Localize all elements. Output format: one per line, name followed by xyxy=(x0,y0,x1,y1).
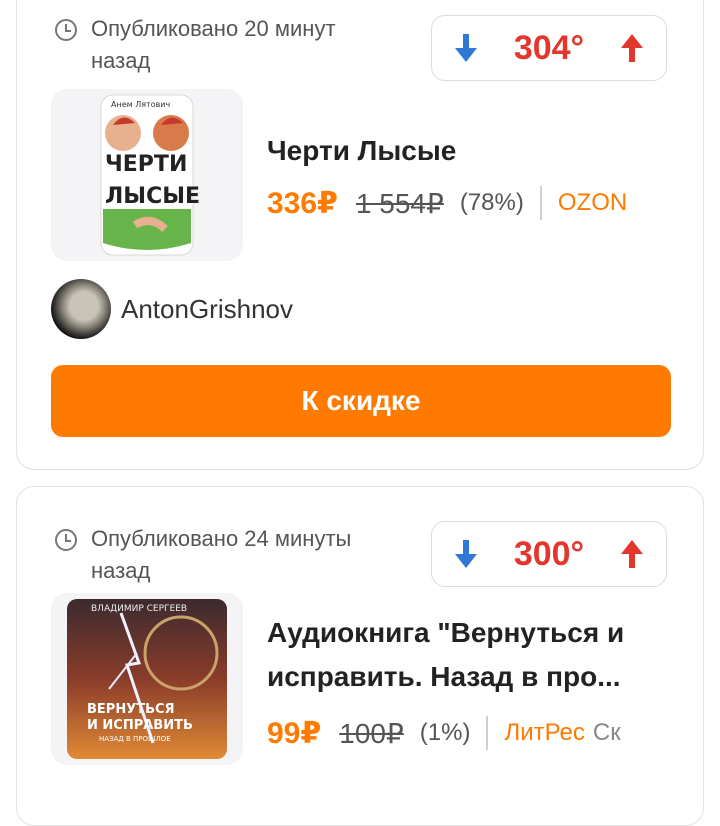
deal-card[interactable]: Опубликовано 20 минут назад 304° Анем Ля… xyxy=(16,0,704,470)
cover-title-2: И ИСПРАВИТЬ xyxy=(87,718,193,733)
cover-title-1: ВЕРНУТЬСЯ xyxy=(87,702,175,717)
author[interactable]: AntonGrishnov xyxy=(51,279,293,339)
shop-name[interactable]: ЛитРес xyxy=(504,719,584,747)
deal-title[interactable]: Аудиокнига "Вернуться и исправить. Назад… xyxy=(267,611,667,699)
current-price: 336₽ xyxy=(267,186,338,220)
price-row: 99₽ 100₽ (1%) ЛитРес Ск xyxy=(267,711,673,755)
clock-icon xyxy=(55,19,77,41)
temperature: 300° xyxy=(513,534,585,573)
vote-down-icon[interactable] xyxy=(452,31,480,65)
publish-info: Опубликовано 20 минут назад xyxy=(55,13,391,77)
vote-box: 304° xyxy=(431,15,667,81)
deal-thumbnail[interactable]: Анем Лятович ЧЕРТИ ЛЫСЫЕ xyxy=(51,89,243,261)
shop-name[interactable]: OZON xyxy=(558,189,627,217)
cover-author: ВЛАДИМИР СЕРГЕЕВ xyxy=(91,604,187,614)
go-to-deal-button[interactable]: К скидке xyxy=(51,365,671,437)
deal-thumbnail[interactable]: ВЛАДИМИР СЕРГЕЕВ ВЕРНУТЬСЯ И ИСПРАВИТЬ Н… xyxy=(51,593,243,765)
discount-percent: (78%) xyxy=(459,189,524,216)
publish-time: Опубликовано 24 минуты назад xyxy=(91,526,352,583)
price-row: 336₽ 1 554₽ (78%) OZON xyxy=(267,181,673,225)
cover-title-2: ЛЫСЫЕ xyxy=(105,184,200,209)
publish-info: Опубликовано 24 минуты назад xyxy=(55,523,391,587)
vote-up-icon[interactable] xyxy=(618,31,646,65)
clock-icon xyxy=(55,529,77,551)
cover-subtitle: НАЗАД В ПРОШЛОЕ xyxy=(99,735,171,743)
deal-title[interactable]: Черти Лысые xyxy=(267,129,667,173)
divider xyxy=(486,716,489,750)
temperature: 304° xyxy=(513,28,585,67)
shop-extra: Ск xyxy=(592,719,621,746)
current-price: 99₽ xyxy=(267,716,322,750)
vote-up-icon[interactable] xyxy=(618,537,646,571)
avatar xyxy=(51,279,111,339)
publish-time: Опубликовано 20 минут назад xyxy=(91,16,336,73)
discount-percent: (1%) xyxy=(419,719,471,746)
old-price: 1 554₽ xyxy=(355,187,444,219)
deal-card[interactable]: Опубликовано 24 минуты назад 300° ВЛАДИМ… xyxy=(16,486,704,826)
book-cover: Анем Лятович ЧЕРТИ ЛЫСЫЕ xyxy=(100,94,200,256)
cover-author: Анем Лятович xyxy=(111,100,170,109)
old-price: 100₽ xyxy=(339,717,404,749)
book-cover: ВЛАДИМИР СЕРГЕЕВ ВЕРНУТЬСЯ И ИСПРАВИТЬ Н… xyxy=(67,599,227,759)
vote-down-icon[interactable] xyxy=(452,537,480,571)
vote-box: 300° xyxy=(431,521,667,587)
cover-title-1: ЧЕРТИ xyxy=(105,152,187,177)
divider xyxy=(539,186,542,220)
author-name: AntonGrishnov xyxy=(121,293,293,324)
